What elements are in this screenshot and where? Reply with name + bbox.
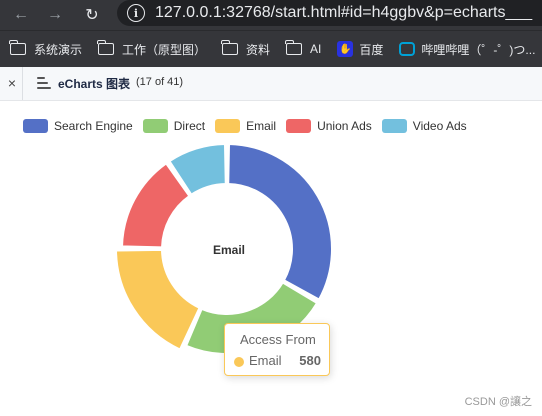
bookmarks-bar: 系统演示 工作（原型图） 资料 AI ✋ 百度 哔哩哔哩（゜-゜)つ...: [0, 30, 542, 67]
close-icon[interactable]: ×: [4, 73, 20, 93]
bookmark-folder-1[interactable]: 系统演示: [9, 40, 82, 58]
back-arrow-icon[interactable]: ←: [9, 3, 33, 27]
menu-icon[interactable]: [37, 77, 51, 89]
bilibili-icon: [399, 42, 416, 56]
url-text[interactable]: 127.0.0.1:32768/start.html#id=h4ggbv&p=e…: [155, 4, 532, 22]
tooltip-name: Email: [249, 353, 282, 368]
page-tab-strip: × eCharts 图表 (17 of 41): [0, 67, 542, 101]
site-info-icon[interactable]: i: [127, 4, 145, 22]
folder-icon: [221, 40, 239, 55]
forward-arrow-icon[interactable]: →: [43, 3, 67, 27]
bookmark-folder-4[interactable]: AI: [285, 40, 321, 56]
folder-icon: [9, 40, 26, 55]
bookmark-folder-2[interactable]: 工作（原型图）: [97, 40, 206, 58]
center-label: Email: [213, 243, 246, 257]
tooltip-series-dot: [234, 357, 244, 367]
folder-icon: [285, 40, 303, 55]
bookmark-baidu[interactable]: ✋ 百度: [337, 41, 383, 58]
address-bar[interactable]: i 127.0.0.1:32768/start.html#id=h4ggbv&p…: [117, 0, 542, 26]
tooltip-title: Access From: [240, 332, 316, 347]
divider: [22, 67, 23, 100]
donut-slice-search-engine[interactable]: [227, 143, 333, 301]
donut-slice-email[interactable]: [115, 248, 201, 351]
tooltip-value: 580: [299, 353, 321, 368]
page-counter: (17 of 41): [136, 76, 184, 88]
bookmark-folder-3[interactable]: 资料: [221, 40, 270, 58]
chart-tooltip: Access From Email 580: [224, 323, 330, 376]
watermark: CSDN @讓之: [464, 396, 532, 408]
reload-icon[interactable]: ↻: [80, 3, 104, 27]
folder-icon: [97, 40, 115, 55]
baidu-icon: ✋: [337, 41, 354, 57]
browser-toolbar: ← → ↻ i 127.0.0.1:32768/start.html#id=h4…: [0, 0, 542, 30]
bookmark-bilibili[interactable]: 哔哩哔哩（゜-゜)つ...: [399, 41, 535, 58]
page-title: eCharts 图表: [58, 77, 131, 91]
